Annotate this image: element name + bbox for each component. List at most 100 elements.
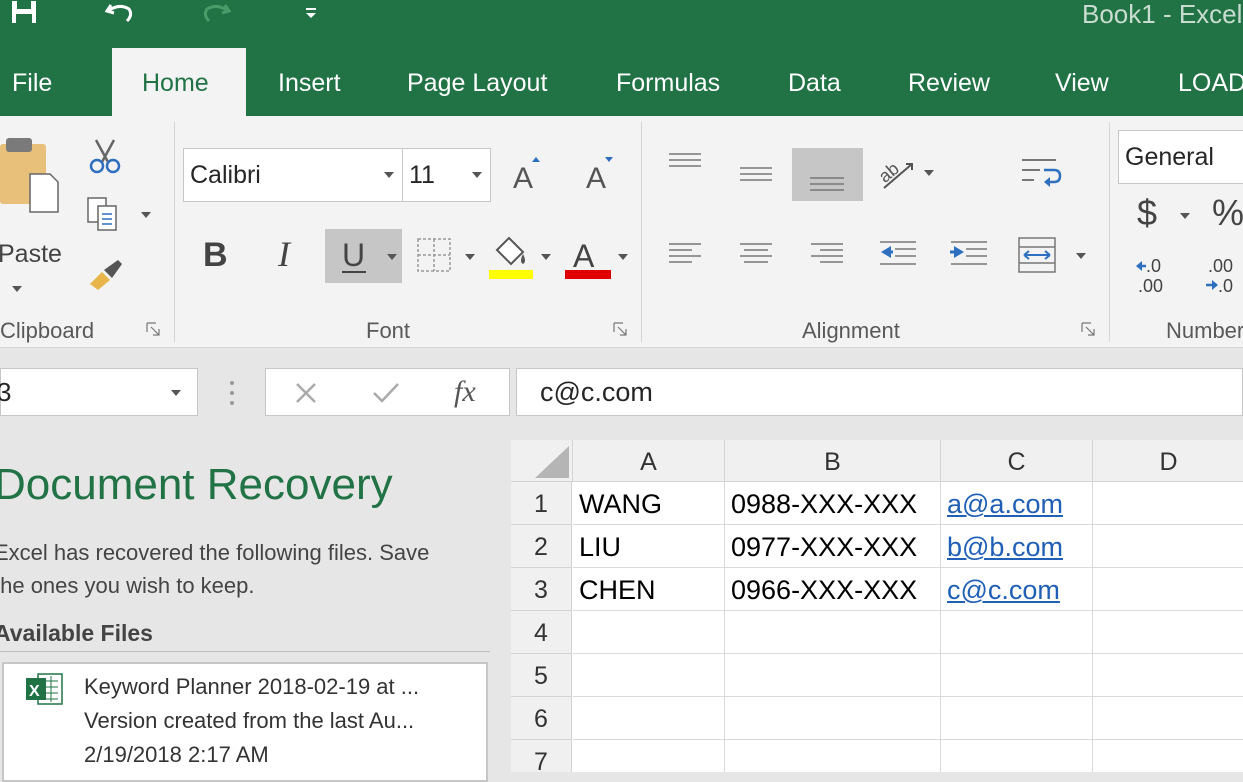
font-dialog-launcher-icon[interactable] bbox=[613, 322, 627, 336]
cell-b3[interactable]: 0966-XXX-XXX bbox=[725, 568, 941, 611]
row-header[interactable]: 6 bbox=[511, 697, 572, 740]
customize-qat-icon[interactable] bbox=[300, 0, 322, 26]
wrap-text-icon[interactable] bbox=[1020, 156, 1062, 190]
svg-text:I: I bbox=[277, 234, 292, 270]
font-color-icon[interactable]: A bbox=[565, 236, 631, 280]
row-header[interactable]: 3 bbox=[511, 568, 572, 611]
tab-review[interactable]: Review bbox=[908, 58, 990, 108]
cell-b7[interactable] bbox=[725, 740, 941, 772]
align-center-icon[interactable] bbox=[739, 242, 773, 268]
percent-icon[interactable]: % bbox=[1212, 192, 1243, 234]
column-header-d[interactable]: D bbox=[1093, 440, 1243, 482]
cell-d6[interactable] bbox=[1093, 697, 1243, 740]
decrease-decimal-icon[interactable]: .00.0 bbox=[1204, 256, 1243, 296]
enter-icon[interactable] bbox=[372, 381, 400, 405]
cell-d4[interactable] bbox=[1093, 611, 1243, 654]
align-left-icon[interactable] bbox=[668, 242, 702, 268]
save-icon[interactable] bbox=[8, 0, 40, 26]
name-box[interactable]: 3 bbox=[0, 368, 198, 416]
row-header[interactable]: 4 bbox=[511, 611, 572, 654]
italic-icon[interactable]: I bbox=[276, 234, 304, 270]
align-right-icon[interactable] bbox=[810, 242, 844, 268]
cell-c6[interactable] bbox=[941, 697, 1093, 740]
paste-dropdown[interactable] bbox=[12, 286, 22, 292]
tab-data[interactable]: Data bbox=[788, 58, 841, 108]
row-header[interactable]: 2 bbox=[511, 525, 572, 568]
underline-button[interactable]: U bbox=[325, 229, 402, 283]
undo-icon[interactable] bbox=[104, 0, 136, 26]
decrease-font-size-icon[interactable]: A bbox=[585, 154, 617, 190]
copy-icon[interactable] bbox=[86, 196, 120, 232]
column-header-a[interactable]: A bbox=[573, 440, 725, 482]
redo-icon[interactable] bbox=[200, 0, 232, 26]
row-header[interactable]: 1 bbox=[511, 482, 572, 525]
bottom-align-button[interactable] bbox=[792, 148, 863, 201]
cell-d5[interactable] bbox=[1093, 654, 1243, 697]
middle-align-icon[interactable] bbox=[739, 164, 773, 186]
increase-font-size-icon[interactable]: A bbox=[512, 154, 544, 190]
fill-color-icon[interactable] bbox=[489, 236, 553, 280]
cell-d7[interactable] bbox=[1093, 740, 1243, 772]
cell-a6[interactable] bbox=[573, 697, 725, 740]
font-size-combo[interactable]: 11 bbox=[402, 148, 491, 202]
cell-b4[interactable] bbox=[725, 611, 941, 654]
select-all-button[interactable] bbox=[511, 440, 573, 482]
cell-b2[interactable]: 0977-XXX-XXX bbox=[725, 525, 941, 568]
format-painter-icon[interactable] bbox=[88, 258, 124, 292]
top-align-icon[interactable] bbox=[668, 152, 702, 174]
tab-insert[interactable]: Insert bbox=[278, 58, 341, 108]
bold-icon[interactable]: B bbox=[203, 234, 231, 270]
tab-home[interactable]: Home bbox=[142, 58, 209, 108]
cell-b5[interactable] bbox=[725, 654, 941, 697]
tab-view[interactable]: View bbox=[1055, 58, 1109, 108]
font-name-combo[interactable]: Calibri bbox=[183, 148, 403, 202]
cell-a4[interactable] bbox=[573, 611, 725, 654]
cell-a5[interactable] bbox=[573, 654, 725, 697]
alignment-dialog-launcher-icon[interactable] bbox=[1081, 322, 1095, 336]
column-header-c[interactable]: C bbox=[941, 440, 1093, 482]
cell-c5[interactable] bbox=[941, 654, 1093, 697]
formula-input[interactable]: c@c.com bbox=[516, 368, 1243, 416]
merge-center-icon[interactable] bbox=[1018, 237, 1088, 273]
paste-icon[interactable] bbox=[0, 136, 60, 216]
tab-formulas[interactable]: Formulas bbox=[616, 58, 720, 108]
cancel-icon[interactable] bbox=[294, 381, 318, 405]
orientation-icon[interactable]: ab bbox=[878, 154, 938, 194]
currency-icon[interactable]: $ bbox=[1137, 192, 1157, 234]
cell-d2[interactable] bbox=[1093, 525, 1243, 568]
cell-b6[interactable] bbox=[725, 697, 941, 740]
tab-file[interactable]: File bbox=[12, 58, 52, 108]
increase-indent-icon[interactable] bbox=[950, 240, 988, 268]
increase-decimal-icon[interactable]: .0.00 bbox=[1134, 256, 1174, 296]
number-group-label: Number bbox=[1166, 318, 1243, 343]
currency-dropdown[interactable] bbox=[1180, 213, 1190, 219]
paste-button[interactable]: Paste bbox=[0, 240, 62, 269]
tab-load[interactable]: LOAD bbox=[1178, 58, 1243, 108]
clipboard-dialog-launcher-icon[interactable] bbox=[146, 322, 160, 336]
column-header-b[interactable]: B bbox=[725, 440, 941, 482]
cell-c7[interactable] bbox=[941, 740, 1093, 772]
cell-a1[interactable]: WANG bbox=[573, 482, 725, 525]
cell-d1[interactable] bbox=[1093, 482, 1243, 525]
worksheet-grid[interactable]: A B C D 1 2 3 4 5 6 7 WANG 0988-XXX-XXX … bbox=[511, 440, 1243, 772]
cut-icon[interactable] bbox=[88, 138, 122, 174]
cell-c2[interactable]: b@b.com bbox=[941, 525, 1093, 568]
cell-a2[interactable]: LIU bbox=[573, 525, 725, 568]
tab-page-layout[interactable]: Page Layout bbox=[407, 58, 547, 108]
row-header[interactable]: 7 bbox=[511, 740, 572, 772]
cell-d3[interactable] bbox=[1093, 568, 1243, 611]
borders-icon[interactable] bbox=[417, 238, 477, 274]
cell-c1[interactable]: a@a.com bbox=[941, 482, 1093, 525]
copy-dropdown[interactable] bbox=[141, 212, 151, 218]
insert-function-icon[interactable]: fx bbox=[454, 373, 488, 409]
recovered-file-item[interactable]: X Keyword Planner 2018-02-19 at ... Vers… bbox=[2, 662, 488, 782]
cell-a3[interactable]: CHEN bbox=[573, 568, 725, 611]
cell-c4[interactable] bbox=[941, 611, 1093, 654]
cell-b1[interactable]: 0988-XXX-XXX bbox=[725, 482, 941, 525]
decrease-indent-icon[interactable] bbox=[879, 240, 917, 268]
formula-bar-grip-icon[interactable] bbox=[228, 380, 236, 406]
cell-a7[interactable] bbox=[573, 740, 725, 772]
cell-c3[interactable]: c@c.com bbox=[941, 568, 1093, 611]
number-format-combo[interactable]: General bbox=[1118, 130, 1243, 184]
row-header[interactable]: 5 bbox=[511, 654, 572, 697]
